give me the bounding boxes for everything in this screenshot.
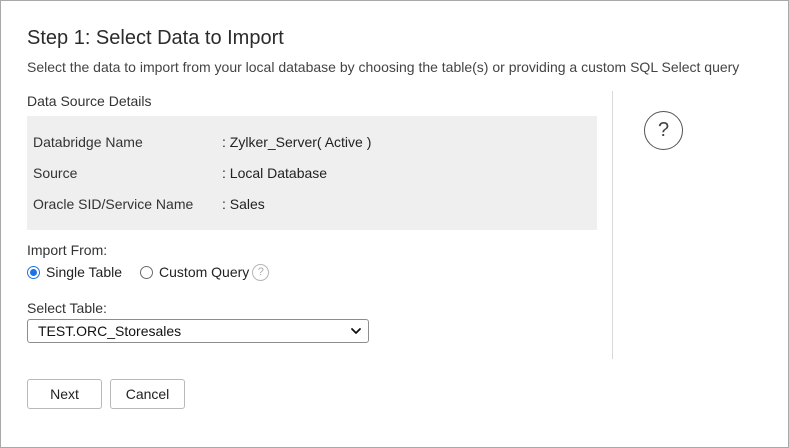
oracle-sid-label: Oracle SID/Service Name bbox=[33, 196, 194, 212]
oracle-sid-row: Oracle SID/Service Name : Sales bbox=[27, 196, 597, 218]
import-from-radio-group: Single Table Custom Query ? bbox=[27, 262, 270, 282]
custom-query-radio[interactable] bbox=[140, 265, 154, 279]
custom-query-option[interactable]: Custom Query ? bbox=[140, 263, 270, 281]
select-table-dropdown[interactable]: TEST.ORC_Storesales bbox=[27, 319, 369, 343]
page-subtitle: Select the data to import from your loca… bbox=[27, 59, 740, 75]
next-button[interactable]: Next bbox=[27, 379, 102, 409]
page-title: Step 1: Select Data to Import bbox=[27, 27, 284, 49]
custom-query-label[interactable]: Custom Query bbox=[159, 264, 249, 280]
databridge-name-row: Databridge Name : Zylker_Server( Active … bbox=[27, 134, 597, 156]
cancel-button[interactable]: Cancel bbox=[110, 379, 185, 409]
databridge-name-value: : Zylker_Server( Active ) bbox=[222, 134, 372, 150]
source-label: Source bbox=[33, 165, 78, 181]
vertical-divider bbox=[612, 91, 613, 359]
import-from-label: Import From: bbox=[27, 242, 108, 258]
chevron-down-icon bbox=[351, 328, 361, 334]
data-source-details-panel: Databridge Name : Zylker_Server( Active … bbox=[27, 116, 597, 230]
question-circle-icon[interactable]: ? bbox=[252, 263, 270, 281]
databridge-name-label: Databridge Name bbox=[33, 134, 143, 150]
oracle-sid-value: : Sales bbox=[222, 196, 265, 212]
data-source-section-label: Data Source Details bbox=[27, 93, 152, 109]
select-table-label: Select Table: bbox=[27, 300, 107, 316]
import-dialog: Step 1: Select Data to Import Select the… bbox=[0, 0, 789, 448]
source-value: : Local Database bbox=[222, 165, 328, 181]
single-table-option[interactable]: Single Table bbox=[27, 264, 122, 280]
source-row: Source : Local Database bbox=[27, 165, 597, 187]
single-table-label[interactable]: Single Table bbox=[46, 264, 122, 280]
single-table-radio[interactable] bbox=[27, 265, 40, 279]
help-icon[interactable]: ? bbox=[644, 111, 683, 150]
select-table-value: TEST.ORC_Storesales bbox=[38, 323, 182, 339]
